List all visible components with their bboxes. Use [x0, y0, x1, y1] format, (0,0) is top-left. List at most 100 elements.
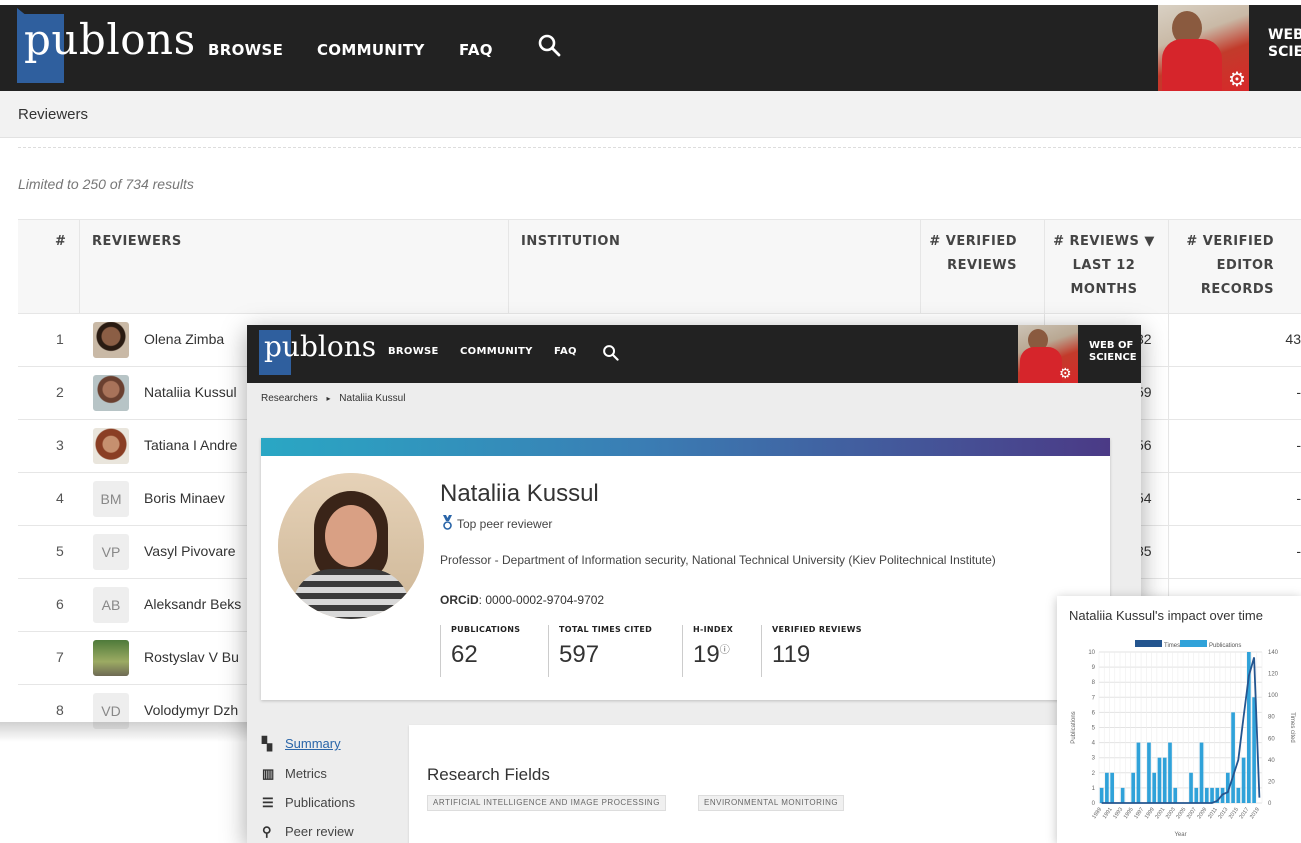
- bar-publications: [1231, 712, 1235, 803]
- y2-tick-label: 60: [1268, 736, 1275, 742]
- impact-chart-card: Nataliia Kussul's impact over time Times…: [1057, 596, 1301, 843]
- col-reviews-last-12[interactable]: # REVIEWS ▼ LAST 12 MONTHS: [1048, 230, 1160, 302]
- x-tick-label: 1997: [1133, 807, 1145, 820]
- reviewer-name[interactable]: Aleksandr Beks: [144, 596, 241, 612]
- list-icon: ☰: [262, 795, 274, 810]
- researcher-name: Nataliia Kussul: [440, 480, 599, 507]
- sidebar-item-metrics[interactable]: ▥ Metrics: [262, 766, 327, 782]
- bar-publications: [1147, 742, 1151, 803]
- bar-publications: [1204, 787, 1209, 803]
- nav-faq[interactable]: FAQ: [554, 346, 577, 357]
- dashboard-icon: ▚: [262, 736, 272, 751]
- reviewer-name[interactable]: Tatiana I Andre: [144, 437, 237, 453]
- x-tick-label: 2011: [1207, 807, 1219, 820]
- avatar[interactable]: [93, 428, 129, 464]
- search-icon[interactable]: [537, 33, 561, 57]
- x-tick-label: 2017: [1239, 807, 1251, 820]
- bar-publications: [1110, 772, 1114, 803]
- sidebar-item-publications[interactable]: ☰ Publications: [262, 795, 355, 811]
- avatar[interactable]: [93, 375, 129, 411]
- col-divider: [508, 219, 509, 314]
- table-header: # REVIEWERS INSTITUTION # VERIFIED REVIEW…: [18, 219, 1301, 314]
- nav-browse[interactable]: BROWSE: [388, 346, 439, 357]
- institution: Professor - Department of Information se…: [440, 553, 996, 567]
- sidebar-item-peer-review[interactable]: ⚲ Peer review: [262, 824, 354, 840]
- y2-tick-label: 80: [1268, 715, 1275, 721]
- profile-photo: [278, 473, 424, 619]
- top-navbar: publons BROWSE COMMUNITY FAQ ⚙ WEB SCIE: [0, 5, 1301, 91]
- bar-publications: [1194, 787, 1199, 803]
- x-tick-label: 2007: [1186, 807, 1198, 820]
- avatar[interactable]: AB: [93, 587, 129, 623]
- x-tick-label: 2005: [1175, 807, 1187, 820]
- y-tick-label: 2: [1092, 771, 1096, 777]
- y-tick-label: 6: [1092, 710, 1096, 716]
- nav-faq[interactable]: FAQ: [459, 41, 493, 59]
- editor-records: -: [1296, 384, 1301, 400]
- legend-swatch-publications: [1180, 640, 1207, 647]
- top-navbar: publons BROWSE COMMUNITY FAQ ⚙ WEB OF SCI…: [247, 325, 1141, 383]
- bar-publications: [1236, 787, 1241, 803]
- row-number: 4: [56, 490, 64, 506]
- col-verified-reviews[interactable]: # VERIFIED REVIEWS: [921, 230, 1017, 278]
- sidebar-item-summary[interactable]: ▚ Summary: [262, 736, 341, 752]
- row-number: 1: [56, 331, 64, 347]
- profile-card: Nataliia Kussul Top peer reviewer Profes…: [261, 438, 1110, 700]
- col-reviewers[interactable]: REVIEWERS: [92, 230, 182, 254]
- breadcrumb-current: Nataliia Kussul: [339, 393, 406, 404]
- tag-environmental-monitoring[interactable]: ENVIRONMENTAL MONITORING: [698, 795, 845, 811]
- page-title: Reviewers: [18, 106, 89, 123]
- tag-ai-image-processing[interactable]: ARTIFICIAL INTELLIGENCE AND IMAGE PROCES…: [427, 795, 666, 811]
- bar-publications: [1241, 757, 1246, 803]
- reviewer-name[interactable]: Boris Minaev: [144, 490, 225, 506]
- web-of-science-link[interactable]: WEB SCIE: [1268, 27, 1301, 61]
- bar-publications: [1162, 757, 1167, 803]
- editor-records: -: [1296, 437, 1301, 453]
- bar-publications: [1099, 787, 1104, 803]
- sub-header: Reviewers: [0, 91, 1301, 138]
- x-tick-label: 2019: [1249, 807, 1261, 820]
- col-editor-records[interactable]: # VERIFIED EDITOR RECORDS: [1174, 230, 1274, 302]
- nav-community[interactable]: COMMUNITY: [460, 346, 533, 357]
- legend-publications: Publications: [1209, 643, 1241, 649]
- col-divider: [920, 219, 921, 314]
- research-fields-panel: Research Fields ARTIFICIAL INTELLIGENCE …: [409, 725, 1141, 843]
- x-axis-title: Year: [1174, 832, 1186, 838]
- reviewer-name[interactable]: Rostyslav V Bu: [144, 649, 239, 665]
- row-number: 5: [56, 543, 64, 559]
- gear-icon[interactable]: ⚙: [1228, 67, 1246, 92]
- breadcrumb-researchers[interactable]: Researchers: [261, 393, 318, 404]
- publons-logo[interactable]: publons: [264, 333, 376, 361]
- avatar[interactable]: [93, 640, 129, 676]
- y2-tick-label: 120: [1268, 672, 1279, 678]
- col-institution[interactable]: INSTITUTION: [521, 230, 620, 254]
- bar-chart-icon: ▥: [262, 766, 275, 781]
- web-of-science-link[interactable]: WEB OF SCIENCE: [1089, 340, 1137, 364]
- bar-publications: [1173, 787, 1178, 803]
- y-axis-title: Publications: [1071, 711, 1077, 743]
- y-tick-label: 8: [1092, 680, 1096, 686]
- reviewer-name[interactable]: Nataliia Kussul: [144, 384, 237, 400]
- editor-records: -: [1296, 543, 1301, 559]
- medal-icon: [443, 515, 452, 530]
- stat-publications: PUBLICATIONS 62: [440, 625, 520, 677]
- bar-publications: [1210, 787, 1214, 803]
- avatar[interactable]: VP: [93, 534, 129, 570]
- x-tick-label: 2001: [1154, 807, 1166, 820]
- reviewer-name[interactable]: Vasyl Pivovare: [144, 543, 236, 559]
- nav-browse[interactable]: BROWSE: [208, 41, 283, 59]
- x-tick-label: 1991: [1102, 807, 1114, 820]
- avatar[interactable]: BM: [93, 481, 129, 517]
- publons-logo[interactable]: publons: [24, 19, 196, 61]
- row-number: 6: [56, 596, 64, 612]
- reviewer-name[interactable]: Olena Zimba: [144, 331, 224, 347]
- x-tick-label: 2013: [1218, 807, 1230, 820]
- avatar[interactable]: [93, 322, 129, 358]
- search-icon[interactable]: [602, 344, 619, 361]
- y2-tick-label: 0: [1268, 801, 1272, 807]
- gear-icon[interactable]: ⚙: [1059, 365, 1072, 382]
- y-tick-label: 4: [1092, 741, 1096, 747]
- help-icon[interactable]: ⓘ: [720, 645, 730, 656]
- nav-community[interactable]: COMMUNITY: [317, 41, 425, 59]
- reviewer-name[interactable]: Volodymyr Dzh: [144, 702, 238, 718]
